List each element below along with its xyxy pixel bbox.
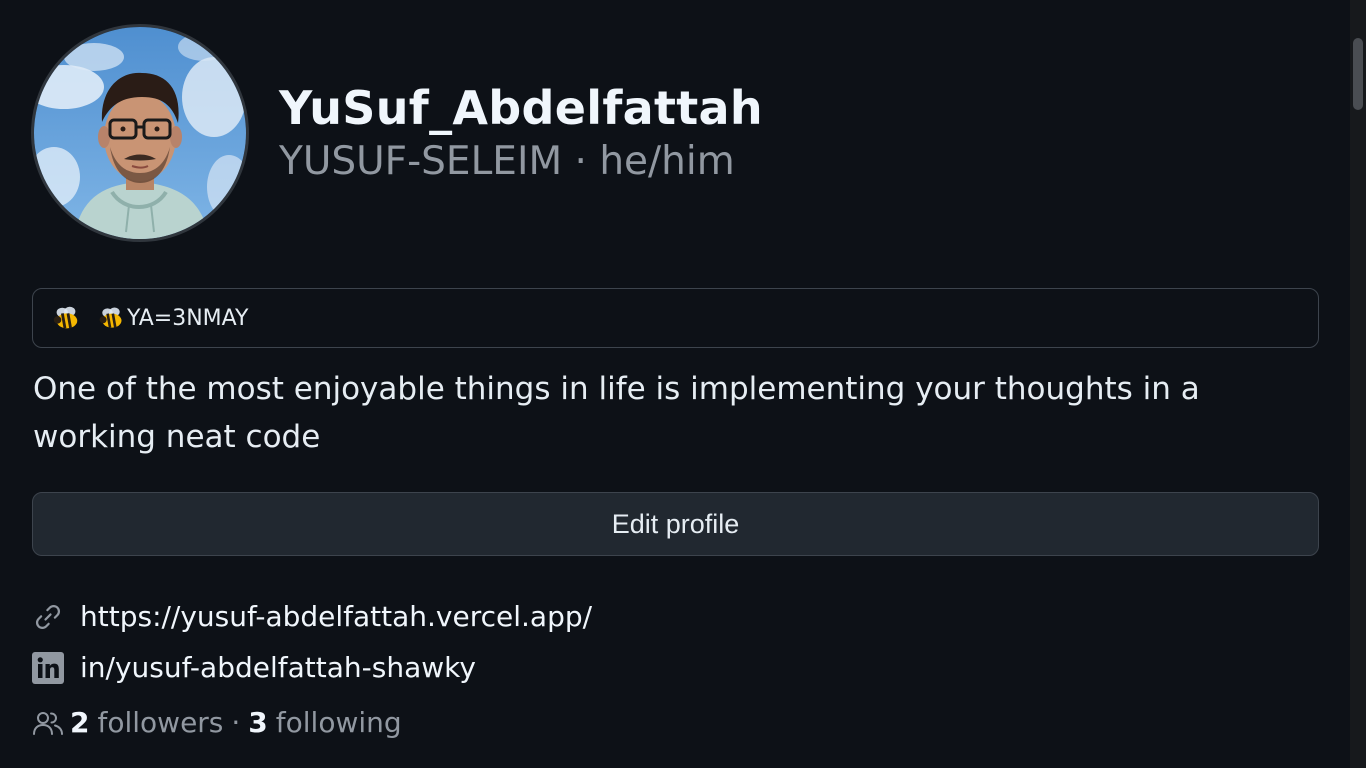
linkedin-link[interactable]: in/yusuf-abdelfattah-shawky [80, 651, 476, 684]
follow-separator: · [231, 706, 241, 739]
pronouns: he/him [599, 139, 735, 184]
vertical-scrollbar[interactable] [1350, 0, 1366, 768]
username-line: YUSUF-SELEIM · he/him [279, 136, 763, 188]
avatar-photo [34, 27, 246, 239]
follow-stats: 2 followers · 3 following [32, 706, 402, 739]
username: YUSUF-SELEIM [279, 139, 563, 184]
followers-count: 2 [70, 706, 90, 739]
avatar[interactable] [31, 24, 249, 242]
following-link[interactable]: 3 following [248, 706, 401, 739]
following-label: following [275, 706, 402, 739]
website-link-row: https://yusuf-abdelfattah.vercel.app/ [32, 600, 592, 633]
linkedin-link-row: in/yusuf-abdelfattah-shawky [32, 651, 476, 684]
following-count: 3 [248, 706, 268, 739]
followers-link[interactable]: 2 followers [70, 706, 223, 739]
edit-profile-button[interactable]: Edit profile [32, 492, 1319, 556]
profile-page: YuSuf_Abdelfattah YUSUF-SELEIM · he/him [0, 0, 1366, 768]
website-link[interactable]: https://yusuf-abdelfattah.vercel.app/ [80, 600, 592, 633]
display-name: YuSuf_Abdelfattah [279, 81, 763, 135]
profile-names: YuSuf_Abdelfattah YUSUF-SELEIM · he/him [279, 80, 763, 188]
link-icon [32, 601, 64, 633]
scrollbar-thumb[interactable] [1353, 38, 1363, 110]
name-separator: · [574, 139, 587, 184]
followers-label: followers [97, 706, 224, 739]
status-box[interactable]: YA=3NMAY [32, 288, 1319, 348]
profile-bio: One of the most enjoyable things in life… [33, 371, 1200, 455]
linkedin-icon [32, 651, 64, 684]
bee-icon[interactable] [51, 303, 81, 333]
bee-icon [99, 307, 122, 328]
people-icon [32, 707, 64, 739]
status-message: YA=3NMAY [97, 304, 248, 332]
status-text: YA=3NMAY [127, 305, 249, 331]
